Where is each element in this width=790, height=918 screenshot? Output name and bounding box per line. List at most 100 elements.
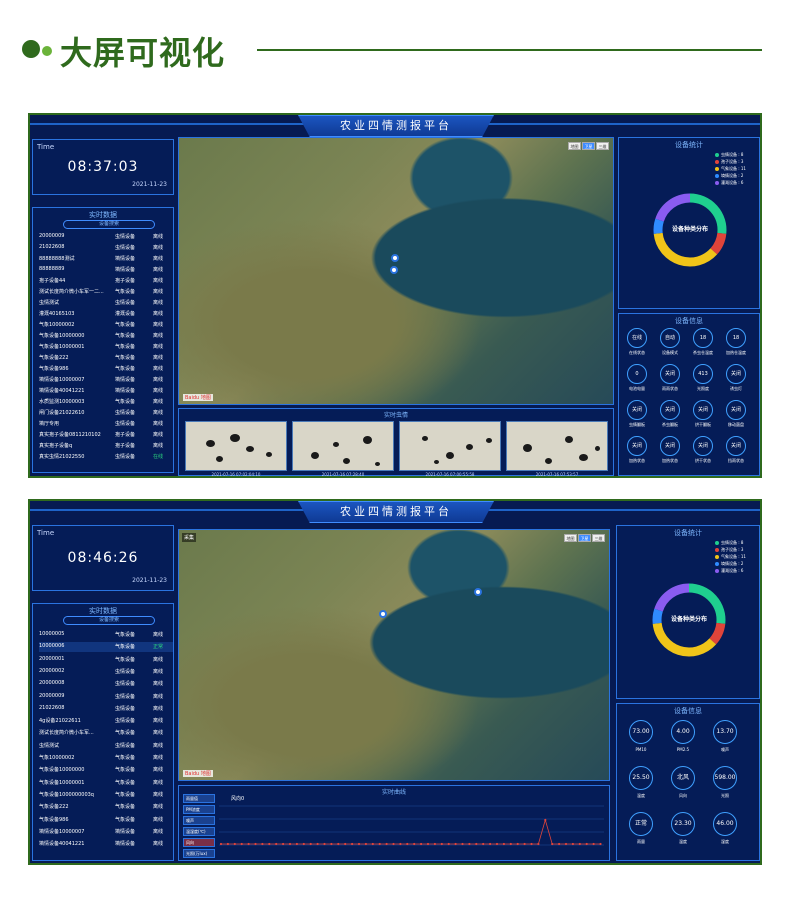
table-row[interactable]: 气象设备10000000 气象设备 离线 — [39, 765, 173, 775]
device-status-cell: 离线 — [153, 234, 164, 240]
device-name-cell: 真实孢子设备0811210102 — [39, 432, 101, 438]
device-location-pin-icon[interactable] — [379, 610, 387, 618]
table-row[interactable]: 墒情设备40041221 墒情设备 离线 — [39, 839, 173, 849]
table-row[interactable]: 闸门设备21022610 虫情设备 离线 — [39, 408, 173, 418]
table-row[interactable]: 气象设备10000001 气象设备 离线 — [39, 342, 173, 352]
curve-tab[interactable]: 风向 — [183, 838, 215, 847]
header-bullet-small-icon — [42, 46, 52, 56]
table-row[interactable]: 气象设备986 气象设备 离线 — [39, 815, 173, 825]
device-status-cell: 离线 — [153, 388, 164, 394]
device-name-cell: 20000008 — [39, 680, 65, 687]
device-type-cell: 气象设备 — [115, 632, 136, 638]
device-type-cell: 孢子设备 — [115, 432, 136, 438]
curve-tab[interactable]: 温湿度(℃) — [183, 827, 215, 836]
map-type-satellite-button[interactable]: 卫星 — [582, 142, 595, 150]
satellite-map[interactable]: 采集 地图 卫星 三维 Baidu 地图 — [178, 529, 610, 781]
info-label: 雨量 — [637, 839, 645, 844]
table-row[interactable]: 4g设备21022611 虫情设备 离线 — [39, 716, 173, 726]
donut-slice[interactable] — [652, 622, 717, 657]
device-type-cell: 孢子设备 — [115, 443, 136, 449]
info-value-circle: 4.00 — [671, 720, 695, 744]
table-row[interactable]: 20000002 虫情设备 离线 — [39, 667, 173, 677]
device-search-input[interactable]: 设备搜索 — [63, 616, 155, 625]
device-name-cell: 测试长度简介微小车军... — [39, 730, 94, 737]
device-search-input[interactable]: 设备搜索 — [63, 220, 155, 229]
table-row[interactable]: 墒情设备10000007 墒情设备 离线 — [39, 827, 173, 837]
device-type-cell: 虫情设备 — [115, 454, 136, 460]
table-row[interactable]: 真实孢子设备0811210102 孢子设备 离线 — [39, 430, 173, 440]
table-row[interactable]: 10000005 气象设备 离线 — [39, 630, 173, 640]
donut-slice[interactable] — [655, 193, 691, 222]
time-panel: Time 08:37:03 2021-11-23 — [32, 139, 174, 195]
insect-photo-thumbnail[interactable] — [292, 421, 394, 471]
map-type-3d-button[interactable]: 三维 — [592, 534, 605, 542]
device-location-pin-icon[interactable] — [391, 254, 399, 262]
table-row[interactable]: 气象设备10000001 气象设备 离线 — [39, 778, 173, 788]
table-row[interactable]: 20000009 虫情设备 离线 — [39, 692, 173, 702]
table-row[interactable]: 灌溉40165103 灌溉设备 离线 — [39, 309, 173, 319]
curve-point — [309, 842, 312, 846]
info-label: 在线状态 — [629, 350, 645, 355]
device-location-pin-icon[interactable] — [390, 266, 398, 274]
curve-tab[interactable]: 噪声 — [183, 816, 215, 825]
map-type-3d-button[interactable]: 三维 — [596, 142, 609, 150]
table-row[interactable]: 墒情设备40041221 墒情设备 离线 — [39, 386, 173, 396]
table-row[interactable]: 气象设备986 气象设备 离线 — [39, 364, 173, 374]
curve-point — [288, 842, 292, 846]
device-status-cell: 离线 — [153, 693, 164, 700]
satellite-map[interactable]: 地图 卫星 三维 Baidu 地图 — [178, 137, 614, 405]
donut-slice[interactable] — [654, 583, 690, 612]
table-row[interactable]: 墒情设备10000007 墒情设备 离线 — [39, 375, 173, 385]
device-location-pin-icon[interactable] — [474, 588, 482, 596]
table-row[interactable]: 20000001 气象设备 离线 — [39, 655, 173, 665]
table-row[interactable]: 虫情测试 虫情设备 离线 — [39, 298, 173, 308]
map-type-map-button[interactable]: 地图 — [564, 534, 577, 542]
table-row[interactable]: 气象10000002 气象设备 离线 — [39, 320, 173, 330]
table-row[interactable]: 真实孢子设备q 孢子设备 离线 — [39, 441, 173, 451]
curve-point — [516, 842, 519, 846]
map-type-switcher: 地图 卫星 三维 — [568, 142, 609, 150]
info-label: 诱虫灯 — [730, 386, 742, 391]
info-value-circle: 关闭 — [726, 364, 746, 384]
insect-photo-thumbnail[interactable] — [506, 421, 608, 471]
insect-photo-thumbnail[interactable] — [399, 421, 501, 471]
table-row[interactable]: 气象设备1000000003q 气象设备 离线 — [39, 790, 173, 800]
device-type-cell: 墒情设备 — [115, 267, 136, 273]
donut-slice[interactable] — [653, 232, 718, 267]
curve-tab[interactable]: 光照(万lux) — [183, 849, 215, 858]
device-stats-panel: 设备统计 虫情设备 : 8 孢子设备 : 3 气象设备 : 11 墒情设备 : 2 灌溉… — [618, 137, 760, 309]
device-type-cell: 虫情设备 — [115, 234, 136, 240]
table-row[interactable]: 20000009 虫情设备 离线 — [39, 232, 173, 242]
device-type-cell: 孢子设备 — [115, 278, 136, 284]
map-type-satellite-button[interactable]: 卫星 — [578, 534, 591, 542]
table-row[interactable]: 虫情测试 虫情设备 离线 — [39, 741, 173, 751]
table-row[interactable]: 测试长度简介微小车军一二... 气象设备 离线 — [39, 287, 173, 297]
donut-slice[interactable] — [709, 622, 726, 645]
table-row[interactable]: 10000006 气象设备 正常 — [39, 642, 173, 653]
insect-photo-thumbnail[interactable] — [185, 421, 287, 471]
table-row[interactable]: 气象设备222 气象设备 离线 — [39, 353, 173, 363]
table-row[interactable]: 真实虫情21022550 虫情设备 在线 — [39, 452, 173, 462]
table-row[interactable]: 20000008 虫情设备 离线 — [39, 679, 173, 689]
table-row[interactable]: 气象设备222 气象设备 离线 — [39, 802, 173, 812]
device-name-cell: 气象设备10000000 — [39, 767, 85, 774]
table-row[interactable]: 水质监测10000003 气象设备 离线 — [39, 397, 173, 407]
table-row[interactable]: 88888888测试 墒情设备 离线 — [39, 254, 173, 264]
table-row[interactable]: 88888889 墒情设备 离线 — [39, 265, 173, 275]
curve-tab[interactable]: 雨量值 — [183, 794, 215, 803]
table-row[interactable]: 气象10000002 气象设备 离线 — [39, 753, 173, 763]
info-value-circle: 关闭 — [726, 436, 746, 456]
map-type-map-button[interactable]: 地图 — [568, 142, 581, 150]
curve-tab[interactable]: PM浓度 — [183, 805, 215, 814]
insect-spot — [466, 444, 473, 450]
table-row[interactable]: 孢子设备44 孢子设备 离线 — [39, 276, 173, 286]
table-row[interactable]: 21022608 虫情设备 离线 — [39, 704, 173, 714]
table-row[interactable]: 墒厅专用 虫情设备 离线 — [39, 419, 173, 429]
table-row[interactable]: 气象设备10000000 气象设备 离线 — [39, 331, 173, 341]
platform-topbar: 农业四情测报平台 — [30, 501, 760, 523]
table-row[interactable]: 21022608 虫情设备 离线 — [39, 243, 173, 253]
donut-slice[interactable] — [710, 232, 727, 255]
realtime-data-title: 实时数据 — [89, 607, 117, 615]
info-value-circle: 0 — [627, 364, 647, 384]
table-row[interactable]: 测试长度简介微小车军... 气象设备 离线 — [39, 728, 173, 738]
